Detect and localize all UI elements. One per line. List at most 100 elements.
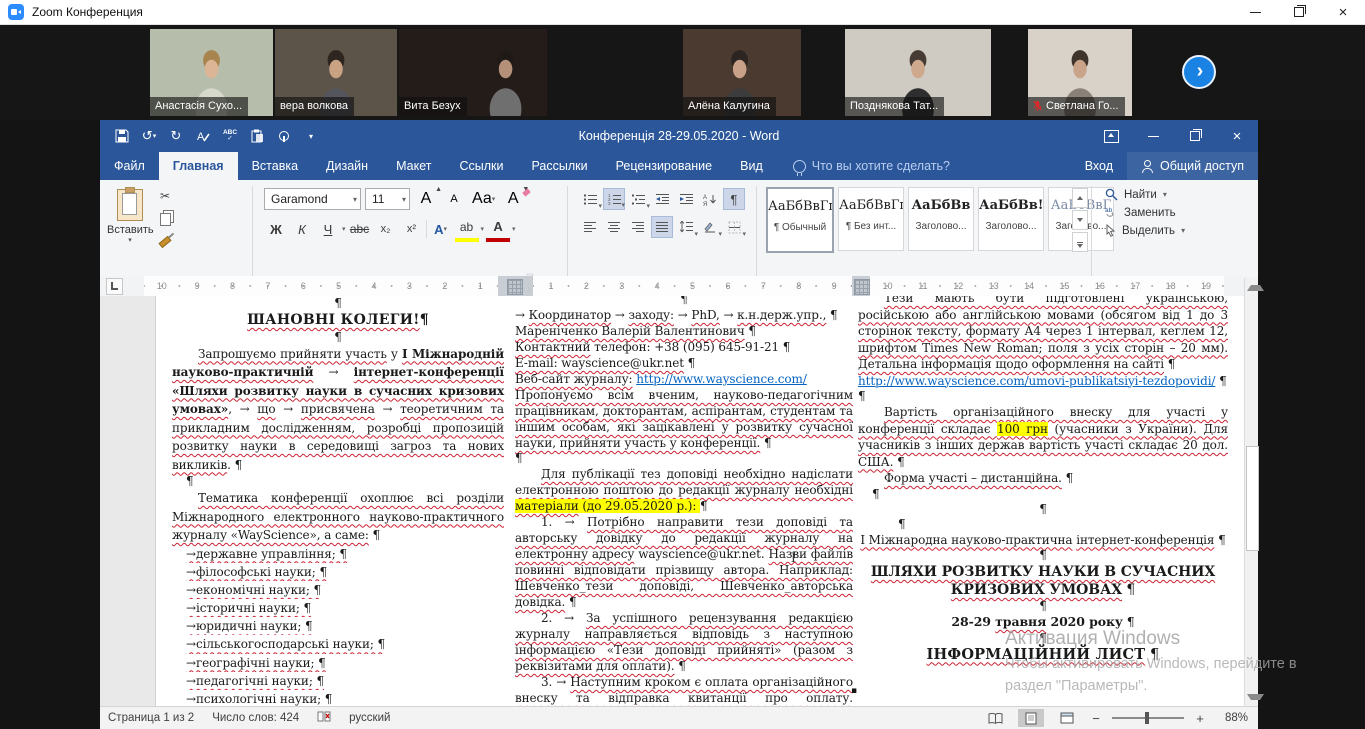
- next-participants-button[interactable]: ›: [1182, 55, 1216, 89]
- text-effects-icon[interactable]: А▾: [429, 218, 453, 240]
- participant-video-tile[interactable]: Светлана Го...: [1028, 29, 1132, 116]
- numbering-icon[interactable]: 123 ▾: [603, 188, 625, 210]
- highlight-color-icon[interactable]: ab: [455, 216, 479, 242]
- language-indicator[interactable]: русский: [349, 712, 390, 724]
- align-left-icon[interactable]: [579, 216, 601, 238]
- page-indicator[interactable]: Страница 1 из 2: [108, 712, 194, 724]
- tab-references[interactable]: Ссылки: [445, 152, 517, 180]
- tab-file[interactable]: Файл: [100, 152, 159, 180]
- style-card[interactable]: АаБбВвГг, ¶ Обычный: [766, 187, 834, 253]
- zoom-slider[interactable]: [1112, 717, 1184, 719]
- participant-video-tile[interactable]: Анастасія Сухо...: [150, 29, 273, 116]
- tab-mailings[interactable]: Рассылки: [517, 152, 601, 180]
- shrink-font-icon[interactable]: А▼: [442, 188, 466, 210]
- font-name-select[interactable]: Garamond▾: [264, 188, 361, 210]
- replace-button[interactable]: ab Заменить: [1105, 206, 1185, 219]
- styles-gallery-more-icon[interactable]: [1072, 232, 1088, 252]
- zoom-close-button[interactable]: ×: [1321, 0, 1365, 24]
- scrollbar-thumb[interactable]: [1246, 446, 1259, 551]
- paste-button[interactable]: Вставить ▾: [106, 186, 154, 266]
- tab-insert[interactable]: Вставка: [238, 152, 312, 180]
- grow-font-icon[interactable]: А▲: [414, 188, 438, 210]
- participant-video-tile[interactable]: Позднякова Тат...: [845, 29, 991, 116]
- scroll-up-icon[interactable]: [1247, 285, 1264, 291]
- find-button[interactable]: Найти▾: [1105, 188, 1185, 201]
- increase-indent-icon[interactable]: [675, 188, 697, 210]
- customize-qat-icon[interactable]: ▾: [299, 123, 323, 149]
- zoom-in-icon[interactable]: +: [1194, 711, 1206, 726]
- participant-video-tile[interactable]: Алёна Калугина: [683, 29, 801, 116]
- italic-icon[interactable]: К: [290, 218, 314, 240]
- hanging-indent-marker[interactable]: ⌂: [527, 282, 532, 292]
- align-right-icon[interactable]: [627, 216, 649, 238]
- print-layout-icon[interactable]: [1018, 709, 1044, 727]
- paste-small-icon[interactable]: [245, 123, 269, 149]
- redo-icon[interactable]: ↻: [164, 123, 188, 149]
- tell-me-box[interactable]: Что вы хотите сделать?: [777, 152, 950, 180]
- indent-markers[interactable]: ▽ ⌂: [498, 276, 533, 296]
- zoom-minimize-button[interactable]: [1233, 0, 1277, 24]
- participant-video-tile[interactable]: вера волкова: [275, 29, 397, 116]
- touch-mode-icon[interactable]: [272, 123, 296, 149]
- align-center-icon[interactable]: [603, 216, 625, 238]
- borders-icon[interactable]: ▾: [723, 216, 745, 238]
- paragraph: ¶: [172, 330, 504, 345]
- copy-icon[interactable]: [156, 211, 174, 227]
- scroll-down-icon[interactable]: [1247, 694, 1264, 700]
- document-page[interactable]: ¶ ШАНОВНІ КОЛЕГИ!¶ ¶ Запрошуємо прийняти…: [156, 296, 1244, 707]
- styles-gallery-up-icon[interactable]: [1072, 188, 1088, 208]
- change-case-icon[interactable]: Аа▾: [470, 188, 497, 210]
- superscript-icon[interactable]: x²: [400, 218, 424, 240]
- font-size-select[interactable]: 11▾: [365, 188, 410, 210]
- style-card[interactable]: АаБбВв! Заголово...: [978, 187, 1044, 251]
- format-painter-icon[interactable]: [156, 234, 174, 250]
- bullets-icon[interactable]: ▾: [579, 188, 601, 210]
- web-layout-icon[interactable]: [1054, 709, 1080, 727]
- cut-icon[interactable]: ✂: [156, 188, 174, 204]
- sort-icon[interactable]: АЯ: [699, 188, 721, 210]
- tab-design[interactable]: Дизайн: [312, 152, 382, 180]
- word-close-button[interactable]: ×: [1216, 120, 1258, 152]
- line-spacing-icon[interactable]: ▾: [675, 216, 697, 238]
- select-button[interactable]: Выделить▾: [1105, 224, 1185, 237]
- zoom-level[interactable]: 88%: [1216, 712, 1248, 724]
- style-card[interactable]: АаБбВвГг, ¶ Без инт...: [838, 187, 904, 251]
- subscript-icon[interactable]: x₂: [374, 218, 398, 240]
- word-restore-button[interactable]: [1174, 120, 1216, 152]
- tab-home[interactable]: Главная: [159, 152, 238, 180]
- share-button[interactable]: Общий доступ: [1127, 152, 1258, 180]
- participant-video-tile[interactable]: Вита Безух: [399, 29, 547, 116]
- strikethrough-icon[interactable]: abc: [348, 218, 372, 240]
- zoom-restore-button[interactable]: [1277, 0, 1321, 24]
- zoom-out-icon[interactable]: −: [1090, 711, 1102, 726]
- vertical-scrollbar[interactable]: [1244, 278, 1258, 707]
- column-boundary-marker[interactable]: [852, 276, 870, 296]
- tab-selector[interactable]: [106, 278, 123, 295]
- tab-view[interactable]: Вид: [726, 152, 777, 180]
- tab-layout[interactable]: Макет: [382, 152, 445, 180]
- undo-icon[interactable]: ↺▾: [137, 123, 161, 149]
- proofing-error-icon[interactable]: [317, 710, 331, 726]
- justify-icon[interactable]: [651, 216, 673, 238]
- save-icon[interactable]: [110, 123, 134, 149]
- spelling-icon[interactable]: ABC✓: [218, 123, 242, 149]
- shading-icon[interactable]: ▾: [699, 216, 721, 238]
- styles-gallery-down-icon[interactable]: [1072, 210, 1088, 230]
- style-card[interactable]: АаБбВв Заголово...: [908, 187, 974, 251]
- show-formatting-icon[interactable]: ¶: [723, 188, 745, 210]
- zoom-slider-thumb[interactable]: [1145, 712, 1149, 724]
- horizontal-ruler[interactable]: 10987654321 ▽ ⌂ 123456789 10111213141516…: [100, 276, 1258, 296]
- multilevel-list-icon[interactable]: ▾: [627, 188, 649, 210]
- word-minimize-button[interactable]: [1132, 120, 1174, 152]
- sign-in-button[interactable]: Вход: [1071, 152, 1127, 180]
- font-color-icon[interactable]: А: [486, 216, 510, 242]
- tab-review[interactable]: Рецензирование: [602, 152, 727, 180]
- decrease-indent-icon[interactable]: [651, 188, 673, 210]
- word-count[interactable]: Число слов: 424: [212, 712, 299, 724]
- ribbon-display-options-icon[interactable]: [1090, 120, 1132, 152]
- bold-icon[interactable]: Ж: [264, 218, 288, 240]
- underline-icon[interactable]: Ч: [316, 218, 340, 240]
- read-mode-icon[interactable]: [982, 709, 1008, 727]
- style-icon[interactable]: A: [191, 123, 215, 149]
- clear-formatting-icon[interactable]: А: [501, 188, 525, 210]
